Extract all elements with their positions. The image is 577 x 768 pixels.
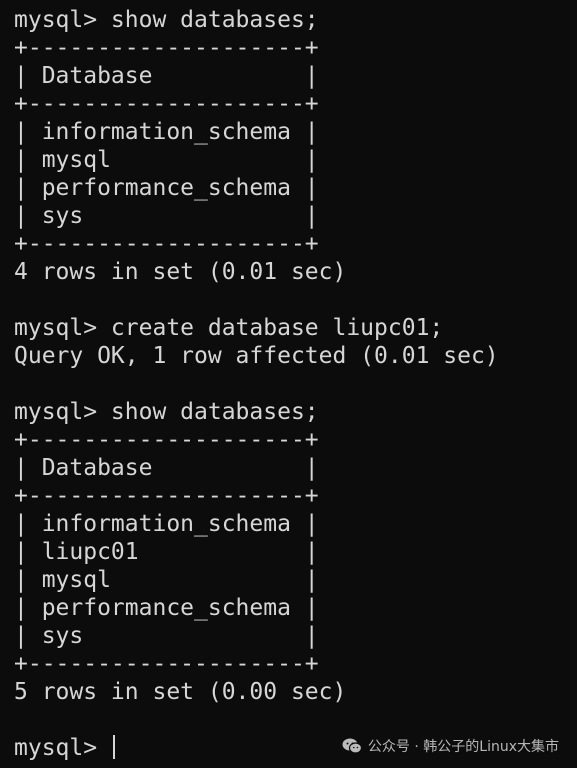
terminal-line: 4 rows in set (0.01 sec) <box>14 259 347 285</box>
watermark-text: 公众号 · 韩公子的Linux大集市 <box>367 739 559 755</box>
watermark: 公众号 · 韩公子的Linux大集市 <box>342 736 559 756</box>
terminal-line: mysql> show databases; <box>14 7 319 33</box>
terminal-line: +--------------------+ <box>14 35 319 61</box>
terminal-line: | sys | <box>14 623 319 649</box>
terminal-line: +--------------------+ <box>14 231 319 257</box>
terminal-line: | performance_schema | <box>14 595 319 621</box>
terminal-line: +--------------------+ <box>14 483 319 509</box>
terminal-line: | sys | <box>14 203 319 229</box>
terminal-line: mysql> create database liupc01; <box>14 315 444 341</box>
terminal-line: +--------------------+ <box>14 91 319 117</box>
command-prompt: mysql> <box>14 735 111 761</box>
terminal-line: +--------------------+ <box>14 651 319 677</box>
terminal-window[interactable]: mysql> show databases; +----------------… <box>0 0 577 768</box>
terminal-line: +--------------------+ <box>14 427 319 453</box>
wechat-icon <box>342 738 363 754</box>
terminal-line: 5 rows in set (0.00 sec) <box>14 679 347 705</box>
terminal-line: | liupc01 | <box>14 539 319 565</box>
terminal-line: | Database | <box>14 63 319 89</box>
terminal-line: Query OK, 1 row affected (0.01 sec) <box>14 343 499 369</box>
terminal-line: | information_schema | <box>14 511 319 537</box>
terminal-line: | mysql | <box>14 147 319 173</box>
terminal-line: mysql> show databases; <box>14 399 319 425</box>
terminal-line: | information_schema | <box>14 119 319 145</box>
terminal-line: | Database | <box>14 455 319 481</box>
terminal-line: | performance_schema | <box>14 175 319 201</box>
terminal-line: | mysql | <box>14 567 319 593</box>
text-cursor <box>112 735 115 759</box>
